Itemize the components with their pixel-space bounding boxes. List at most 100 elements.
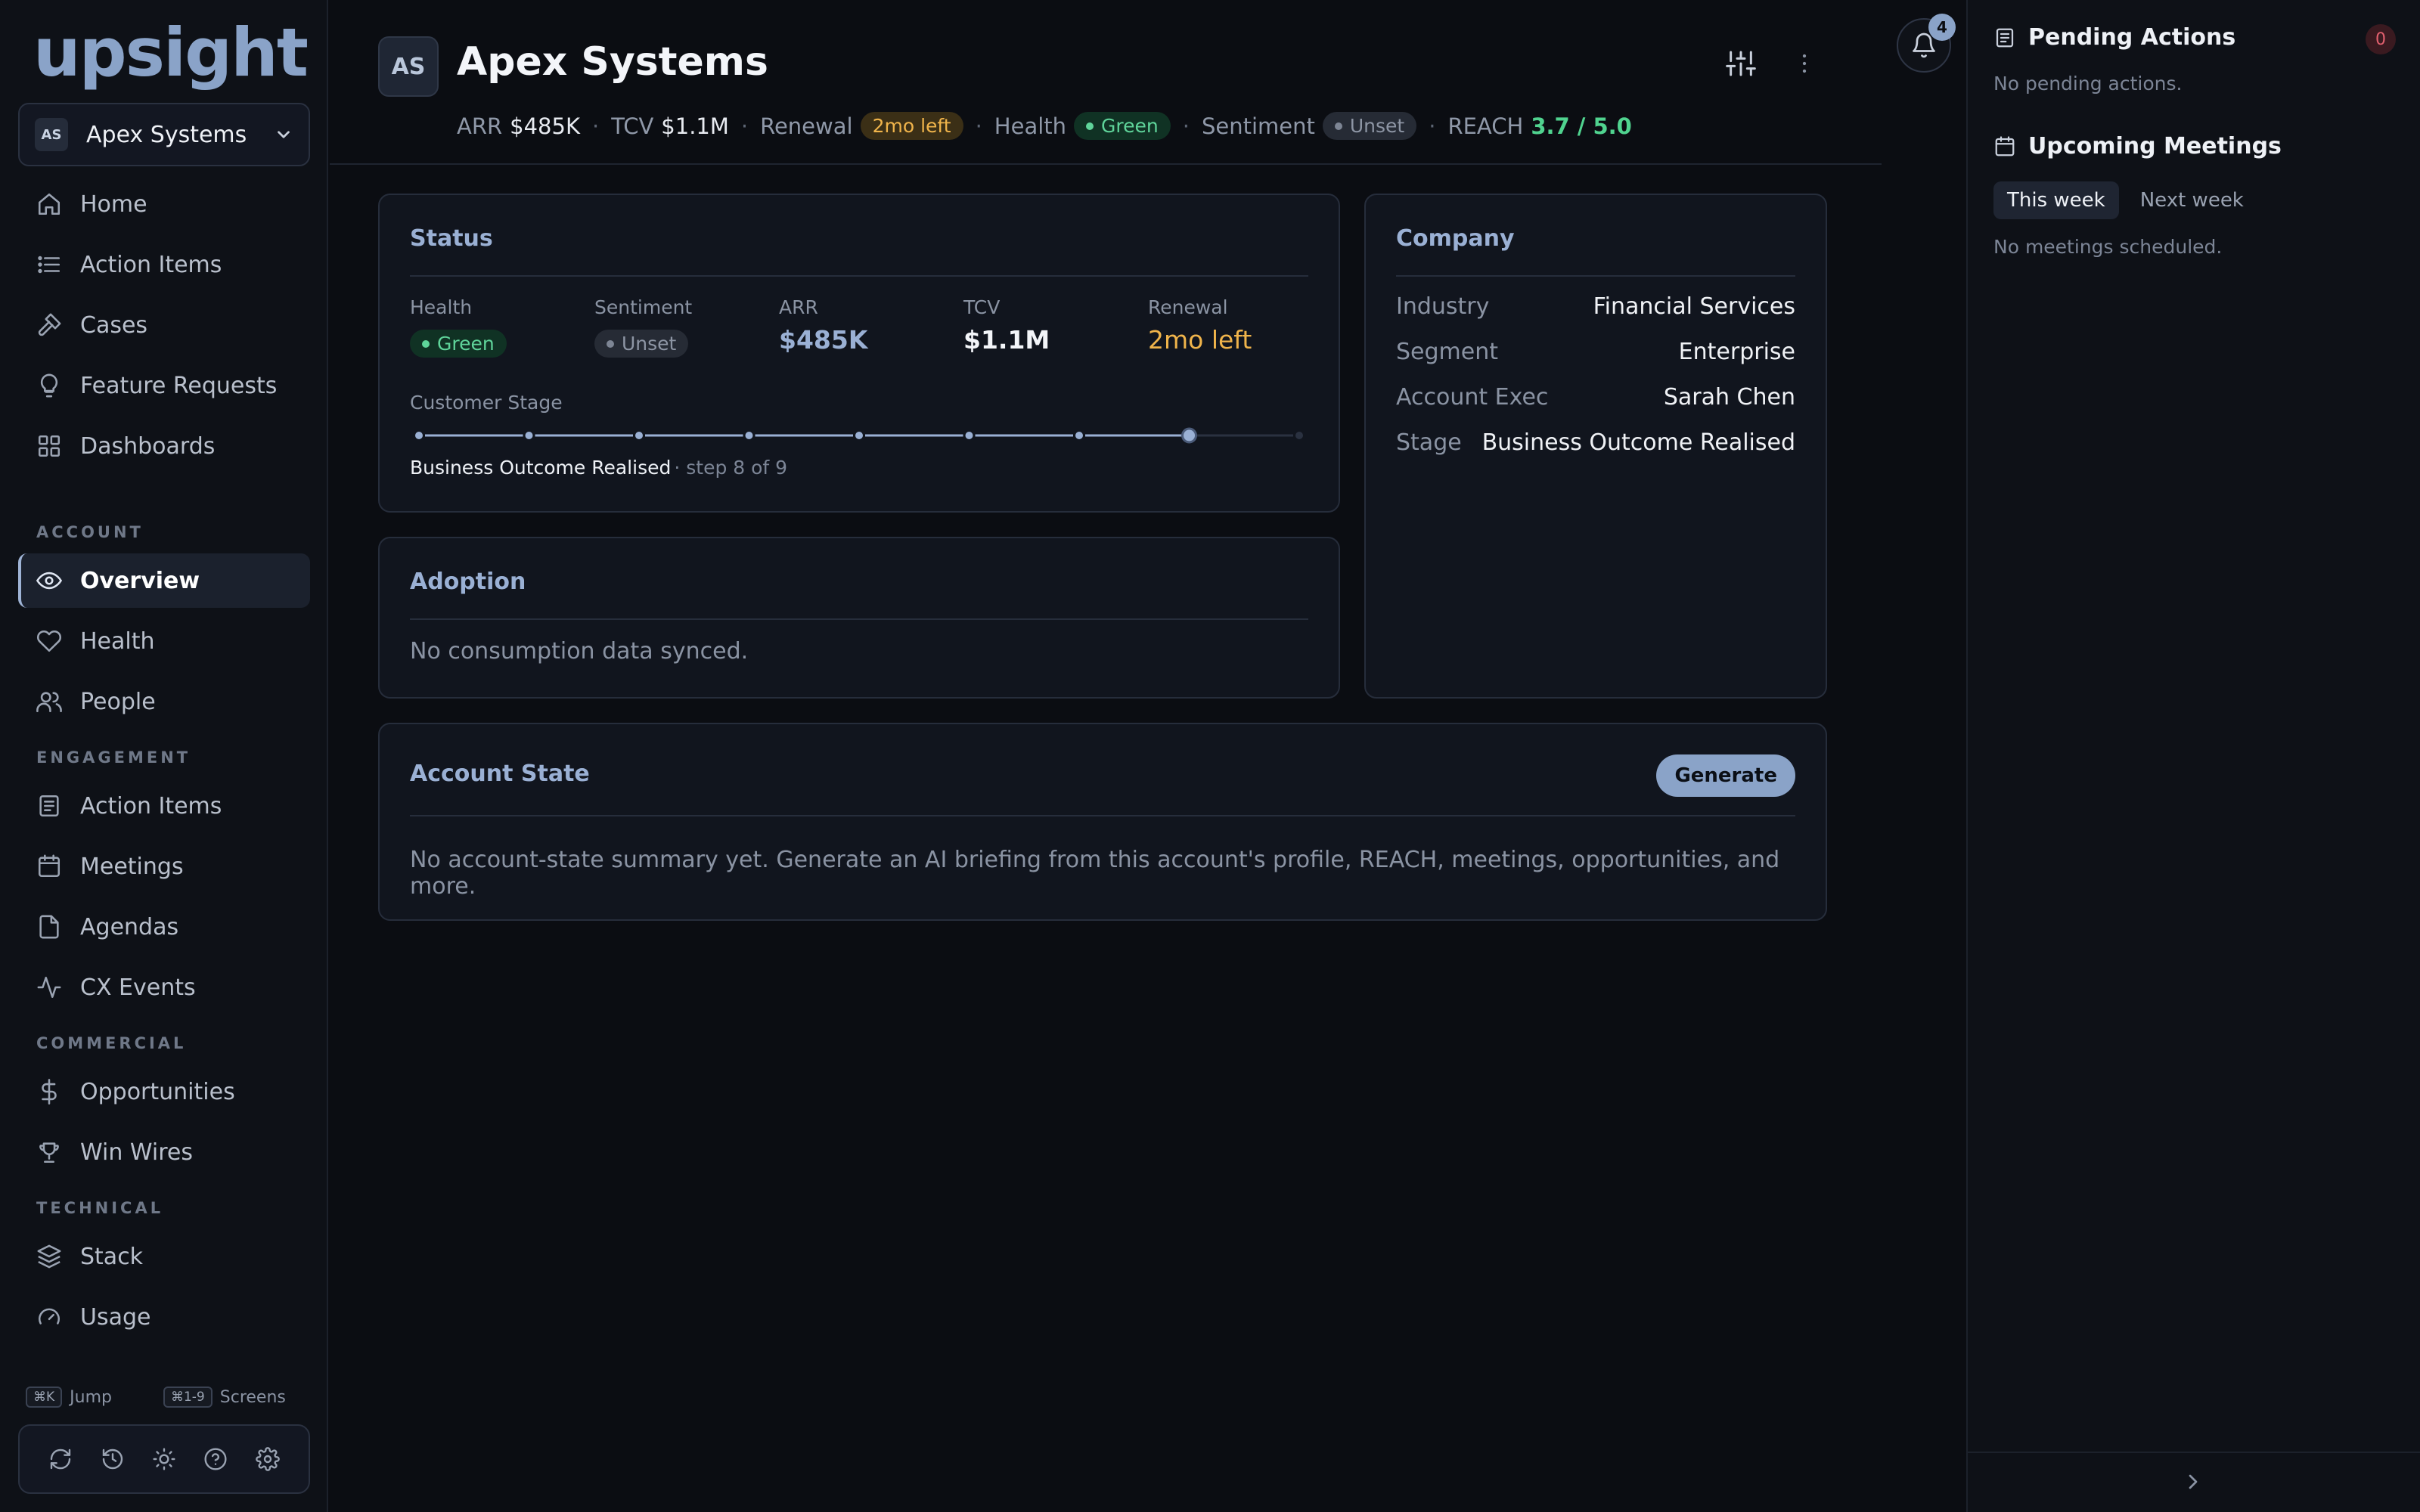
help-icon[interactable] [203,1447,228,1471]
main-content: AS Apex Systems ARR $485K · TCV $1.1M · … [330,0,1966,1512]
sidebar-item-overview[interactable]: Overview [18,553,310,608]
sidebar-item-label: Win Wires [80,1139,193,1166]
sidebar-item-win-wires[interactable]: Win Wires [18,1125,310,1179]
section-label-commercial: COMMERCIAL [36,1034,187,1052]
company-card-title: Company [1396,225,1515,252]
tcv-label: TCV [611,113,654,139]
tab-this-week[interactable]: This week [1993,181,2119,219]
gauge-icon [38,1308,60,1325]
pending-actions-title: Pending Actions [2028,24,2236,51]
stage-dot [1295,432,1303,439]
stage-name-text: Business Outcome Realised [410,457,672,479]
sentiment-badge: Unset [1322,112,1417,140]
adoption-card: Adoption No consumption data synced. [378,537,1340,699]
status-health-label: Health [410,296,473,318]
hammer-icon [38,313,61,336]
dollar-icon [42,1079,57,1105]
sidebar-item-meetings[interactable]: Meetings [18,839,310,894]
customer-stage-progress [415,427,1303,444]
reach-score: 3.7 / 5.0 [1531,113,1632,139]
sidebar-item-label: Stack [80,1243,144,1270]
sidebar-item-label: CX Events [80,974,196,1001]
sidebar-item-stack[interactable]: Stack [18,1229,310,1284]
header-actions [1726,48,1820,79]
sidebar-toolbar [18,1424,310,1494]
sidebar-item-label: Feature Requests [80,372,278,399]
adoption-card-title: Adoption [410,569,526,595]
sidebar-item-label: Dashboards [80,432,216,460]
adoption-empty-state: No consumption data synced. [410,638,749,665]
sliders-icon[interactable] [1726,48,1756,79]
stage-dot [635,432,643,439]
clipboard-icon [39,795,59,817]
status-arr-value: $485K [779,325,868,355]
stage-dot [415,432,423,439]
sidebar-item-label: Health [80,627,155,655]
sidebar-item-engagement-action-items[interactable]: Action Items [18,779,310,833]
health-badge: Green [1074,112,1171,140]
pending-actions-count: 0 [2366,24,2396,54]
health-badge-text: Green [1101,115,1159,137]
refresh-icon[interactable] [48,1447,73,1471]
card-divider [410,618,1308,620]
generate-button[interactable]: Generate [1656,754,1795,797]
sentiment-badge-text: Unset [1349,115,1405,137]
sidebar-item-feature-requests[interactable]: Feature Requests [18,358,310,413]
status-renewal-value: 2mo left [1148,325,1252,355]
status-health-badge: Green [410,330,507,358]
sidebar-item-dashboards[interactable]: Dashboards [18,419,310,473]
sidebar-item-cases[interactable]: Cases [18,298,310,352]
grid-icon [38,435,60,457]
stage-dot [965,432,973,439]
brand-logo[interactable]: upsight [33,20,309,86]
stage-dot [745,432,753,439]
more-vertical-icon[interactable] [1789,48,1820,79]
right-panel: Pending Actions 0 No pending actions. Up… [1966,0,2420,1512]
customer-stage-name: Business Outcome Realised · step 8 of 9 [410,457,787,479]
tab-next-week[interactable]: Next week [2127,181,2257,219]
jump-label: Jump [70,1387,112,1407]
status-sentiment-text: Unset [622,333,677,355]
sun-icon[interactable] [152,1447,176,1471]
file-icon [39,915,59,939]
sidebar-item-label: Action Items [80,792,222,820]
sidebar-item-label: Agendas [80,913,179,940]
sidebar-item-people[interactable]: People [18,674,310,729]
health-label: Health [994,113,1067,139]
sidebar-item-usage[interactable]: Usage [18,1290,310,1344]
gear-icon[interactable] [255,1447,280,1471]
reach-label: REACH [1447,113,1524,139]
company-row-segment: Segment Enterprise [1396,339,1795,365]
calendar-icon [38,854,60,878]
sidebar-item-agendas[interactable]: Agendas [18,900,310,954]
status-tcv-value: $1.1M [963,325,1050,355]
clipboard-icon [1996,28,2014,47]
eye-icon [36,572,62,590]
renewal-badge: 2mo left [860,112,963,140]
right-panel-footer-divider [1968,1452,2420,1453]
sidebar: upsight AS Apex Systems Home Action Item… [0,0,328,1512]
status-card-title: Status [410,225,493,252]
sidebar-item-opportunities[interactable]: Opportunities [18,1064,310,1119]
sidebar-item-label: Overview [80,567,200,594]
users-icon [36,692,62,713]
stage-dot [1075,432,1083,439]
sidebar-item-label: People [80,688,156,715]
account-switcher-name: Apex Systems [86,121,247,148]
company-row-industry: Industry Financial Services [1396,293,1795,320]
status-sentiment-label: Sentiment [594,296,693,318]
chevron-right-icon[interactable] [2181,1470,2205,1494]
sidebar-item-action-items[interactable]: Action Items [18,237,310,292]
status-health-text: Green [437,333,495,355]
sidebar-item-label: Meetings [80,853,184,880]
sidebar-item-health[interactable]: Health [18,614,310,668]
meetings-empty: No meetings scheduled. [1993,236,2223,258]
account-switcher[interactable]: AS Apex Systems [18,103,310,166]
history-icon[interactable] [101,1447,125,1471]
sidebar-item-cx-events[interactable]: CX Events [18,960,310,1015]
section-label-engagement: ENGAGEMENT [36,748,191,767]
notification-count-badge: 4 [1928,14,1956,41]
upcoming-meetings-title: Upcoming Meetings [2028,133,2282,160]
sidebar-item-home[interactable]: Home [18,177,310,231]
meetings-tabs: This week Next week [1993,181,2265,219]
